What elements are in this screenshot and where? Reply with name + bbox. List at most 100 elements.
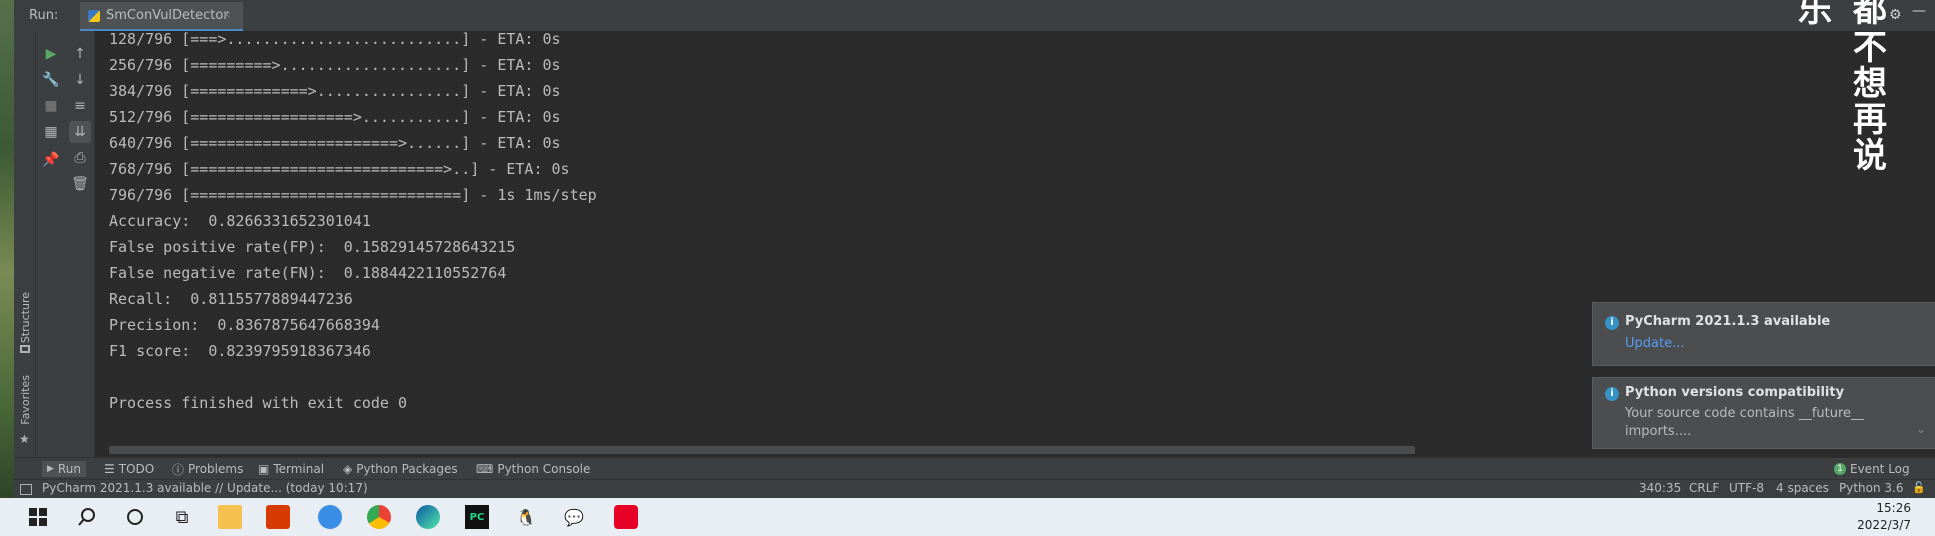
tab-packages-label: Python Packages: [356, 462, 458, 476]
overlay-text-char: 乐: [1798, 0, 1832, 30]
tab-todo-label: TODO: [118, 462, 155, 476]
minimize-icon[interactable]: —: [1912, 3, 1926, 19]
tab-problems-label: Problems: [188, 462, 244, 476]
trash-icon[interactable]: 🗑: [69, 173, 91, 195]
task-view-icon[interactable]: ⧉: [170, 505, 194, 529]
overlay-text-char: 想: [1853, 64, 1887, 104]
file-encoding[interactable]: UTF-8: [1729, 481, 1764, 495]
horizontal-scrollbar[interactable]: [109, 446, 1415, 454]
notification-body: Your source code contains __future__: [1625, 406, 1865, 421]
tab-pyconsole-label: Python Console: [497, 462, 591, 476]
favorites-stripe-button[interactable]: Favorites: [19, 375, 32, 429]
run-config-tab-label: SmConVulDetector: [106, 8, 229, 23]
console-line: Recall: 0.8115577889447236: [109, 290, 353, 308]
lock-icon[interactable]: 🔓: [1912, 481, 1926, 494]
console-line: False positive rate(FP): 0.1582914572864…: [109, 238, 516, 256]
notification-title: Python versions compatibility: [1625, 385, 1845, 400]
tab-event-log-label: Event Log: [1850, 462, 1910, 476]
line-separator[interactable]: CRLF: [1689, 481, 1719, 495]
close-tab-icon[interactable]: ×: [222, 8, 231, 21]
gear-icon[interactable]: ⚙: [1889, 7, 1902, 23]
python-file-icon: [88, 10, 100, 22]
qq-icon[interactable]: 🐧: [514, 505, 538, 529]
status-message[interactable]: PyCharm 2021.1.3 available // Update... …: [42, 481, 368, 495]
run-toolbar-right: ↑ ↓ ≡ ⇊ ⎙ 🗑: [66, 31, 95, 457]
cortana-icon[interactable]: [123, 505, 147, 529]
tab-python-console[interactable]: ⌨ Python Console: [476, 461, 590, 477]
console-line: 256/796 [=========>....................]…: [109, 56, 561, 74]
pin-icon[interactable]: 📌: [40, 149, 62, 171]
stop-icon[interactable]: ■: [40, 95, 62, 117]
indent-setting[interactable]: 4 spaces: [1776, 481, 1829, 495]
overlay-text-char: 再: [1853, 100, 1887, 140]
info-circle-icon: ⓘ: [172, 462, 185, 477]
office-icon[interactable]: [266, 505, 290, 529]
console-line: 384/796 [=============>................]…: [109, 82, 561, 100]
edge-icon[interactable]: [416, 505, 440, 529]
compatibility-notification[interactable]: i Python versions compatibility Your sou…: [1592, 377, 1935, 449]
layout-icon[interactable]: ▦: [40, 121, 62, 143]
play-icon: ▶: [47, 464, 54, 474]
wechat-icon[interactable]: 💬: [562, 505, 586, 529]
info-icon: i: [1605, 387, 1619, 401]
structure-label: Structure: [19, 292, 32, 344]
system-clock[interactable]: 15:26 2022/3/7: [1857, 500, 1911, 534]
console-line: Accuracy: 0.8266331652301041: [109, 212, 371, 230]
scroll-to-end-icon[interactable]: ⇊: [69, 121, 91, 143]
search-icon[interactable]: [75, 505, 99, 529]
caret-position[interactable]: 340:35: [1639, 481, 1681, 495]
netease-music-icon[interactable]: [614, 505, 638, 529]
console-line: Process finished with exit code 0: [109, 394, 408, 412]
notification-title: PyCharm 2021.1.3 available: [1625, 314, 1831, 329]
console-line: 128/796 [===>..........................]…: [109, 30, 561, 48]
terminal-icon: ▣: [258, 462, 270, 476]
run-toolwindow-header: [14, 0, 1935, 32]
structure-icon: [20, 345, 30, 353]
event-count-badge: 1: [1834, 463, 1846, 475]
overlay-text-char: 都: [1853, 0, 1887, 30]
chevron-down-icon[interactable]: ⌄: [1916, 422, 1926, 436]
console-line: False negative rate(FN): 0.1884422110552…: [109, 264, 507, 282]
structure-stripe-button[interactable]: Structure: [19, 292, 32, 347]
overlay-text-char: 不: [1853, 28, 1887, 68]
clock-time: 15:26: [1876, 501, 1911, 515]
tab-terminal-label: Terminal: [273, 462, 325, 476]
notification-body: imports....: [1625, 424, 1692, 439]
print-icon[interactable]: ⎙: [69, 147, 91, 169]
python-interpreter[interactable]: Python 3.6: [1839, 481, 1904, 495]
windows-taskbar: [0, 498, 1935, 536]
star-icon: ★: [19, 432, 30, 446]
window-toggle-icon[interactable]: [20, 484, 32, 495]
console-line: F1 score: 0.8239795918367346: [109, 342, 371, 360]
soft-wrap-icon[interactable]: ≡: [69, 95, 91, 117]
tab-terminal[interactable]: ▣ Terminal: [258, 461, 324, 477]
tab-run-label: Run: [57, 462, 81, 476]
info-icon: i: [1605, 316, 1619, 330]
python-console-icon: ⌨: [476, 462, 494, 476]
arrow-up-icon[interactable]: ↑: [69, 43, 91, 65]
tab-todo[interactable]: ☰ TODO: [104, 461, 154, 477]
overlay-text-char: 说: [1853, 136, 1887, 176]
pycharm-icon[interactable]: PC: [465, 505, 489, 529]
wrench-icon[interactable]: 🔧: [40, 69, 62, 91]
clock-date: 2022/3/7: [1857, 518, 1911, 532]
file-explorer-icon[interactable]: [218, 505, 242, 529]
console-line: 512/796 [==================>...........]…: [109, 108, 561, 126]
update-link[interactable]: Update...: [1625, 336, 1684, 351]
console-line: Precision: 0.8367875647668394: [109, 316, 380, 334]
arrow-down-icon[interactable]: ↓: [69, 69, 91, 91]
console-line: 768/796 [============================>..…: [109, 160, 570, 178]
chrome-icon[interactable]: [367, 505, 391, 529]
update-notification[interactable]: i PyCharm 2021.1.3 available Update...: [1592, 302, 1935, 366]
console-line: 796/796 [==============================]…: [109, 186, 597, 204]
layers-icon: ◈: [343, 462, 353, 476]
vscode-like-icon[interactable]: [318, 505, 342, 529]
windows-icon[interactable]: [26, 505, 50, 529]
tab-event-log[interactable]: 1 Event Log: [1834, 461, 1910, 477]
header-right-area: [1760, 0, 1935, 31]
tab-problems[interactable]: ⓘ Problems: [172, 461, 243, 477]
tab-run[interactable]: ▶ Run: [42, 461, 86, 477]
rerun-icon[interactable]: ▶: [40, 43, 62, 65]
console-line: 640/796 [=======================>......]…: [109, 134, 561, 152]
tab-python-packages[interactable]: ◈ Python Packages: [343, 461, 458, 477]
